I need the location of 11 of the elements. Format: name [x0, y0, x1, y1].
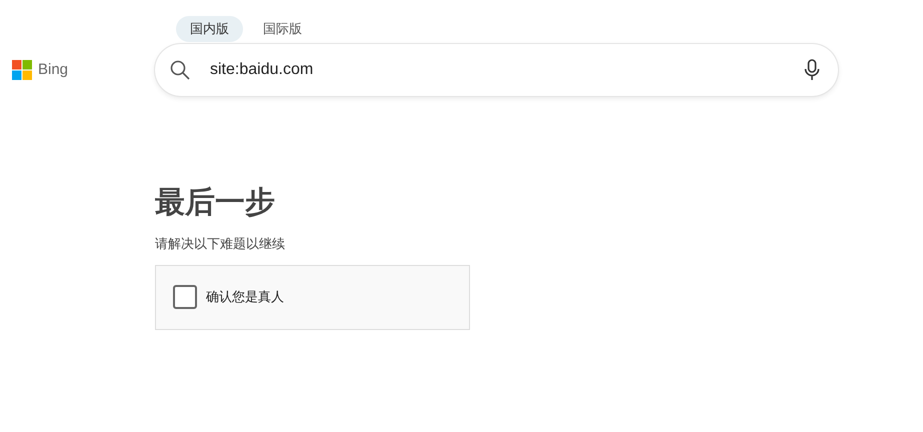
logo-text[interactable]: Bing [38, 58, 68, 82]
microphone-icon[interactable] [804, 59, 820, 81]
microsoft-logo-icon [12, 60, 32, 80]
page-title: 最后一步 [155, 185, 276, 221]
instruction-text: 请解决以下难题以继续 [155, 235, 286, 253]
checkbox[interactable] [173, 285, 197, 309]
search-field[interactable]: site:baidu.com [208, 57, 804, 83]
search-icon [170, 60, 190, 80]
checkbox-label[interactable]: 确认您是真人 [206, 287, 284, 307]
tab[interactable]: 国内版 [176, 16, 243, 42]
tab[interactable]: 国际版 [249, 16, 316, 42]
